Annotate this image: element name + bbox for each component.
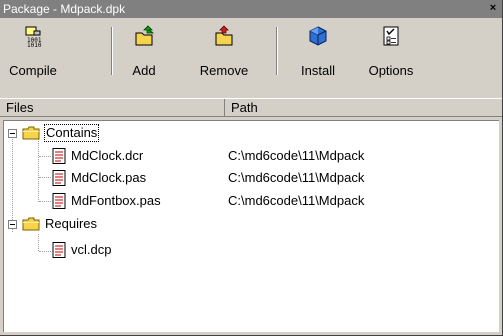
compile-button[interactable]: 1001 1010 Compile bbox=[8, 25, 58, 81]
add-button[interactable]: Add bbox=[124, 25, 164, 81]
tree-node-requires[interactable]: Requires bbox=[4, 215, 499, 234]
source-file-icon bbox=[52, 170, 66, 186]
compile-label: Compile bbox=[9, 63, 57, 78]
file-path: C:\md6code\11\Mdpack bbox=[228, 193, 365, 208]
file-name: MdClock.dcr bbox=[71, 148, 144, 163]
file-name: MdFontbox.pas bbox=[71, 193, 161, 208]
install-button[interactable]: Install bbox=[292, 25, 344, 81]
install-label: Install bbox=[301, 63, 335, 78]
options-button[interactable]: Options bbox=[362, 25, 420, 81]
remove-label: Remove bbox=[199, 63, 249, 78]
collapse-icon[interactable] bbox=[8, 129, 17, 138]
tree-file-row[interactable]: MdFontbox.pas C:\md6code\11\Mdpack bbox=[4, 192, 499, 211]
toolbar-separator bbox=[111, 27, 113, 75]
path-column-header[interactable]: Path bbox=[225, 99, 502, 117]
add-label: Add bbox=[132, 63, 156, 78]
file-name: vcl.dcp bbox=[71, 242, 112, 257]
package-window: Package - Mdpack.dpk × 1001 1010 Compile… bbox=[0, 0, 503, 336]
toolbar-separator bbox=[276, 27, 278, 75]
tree-file-row[interactable]: vcl.dcp bbox=[4, 241, 499, 260]
tree-node-label: Contains bbox=[44, 124, 100, 142]
close-button[interactable]: × bbox=[486, 1, 500, 15]
toolbar: 1001 1010 Compile Add Remove Install Opt… bbox=[0, 19, 502, 85]
package-file-icon bbox=[52, 242, 66, 258]
tree-file-row[interactable]: MdClock.pas C:\md6code\11\Mdpack bbox=[4, 169, 499, 188]
source-file-icon bbox=[52, 193, 66, 209]
options-label: Options bbox=[368, 63, 414, 78]
tree-node-label: Requires bbox=[45, 216, 98, 231]
install-icon bbox=[309, 26, 327, 46]
remove-icon bbox=[215, 25, 233, 46]
add-icon bbox=[135, 25, 155, 46]
package-tree[interactable]: Contains MdClock.dcr C:\md6code\11\Mdpac… bbox=[3, 120, 499, 332]
folder-icon bbox=[22, 126, 40, 140]
title-bar[interactable]: Package - Mdpack.dpk × bbox=[0, 0, 502, 18]
collapse-icon[interactable] bbox=[8, 220, 17, 229]
compile-icon: 1001 1010 bbox=[25, 26, 42, 47]
tree-file-row[interactable]: MdClock.dcr C:\md6code\11\Mdpack bbox=[4, 147, 499, 166]
source-file-icon bbox=[52, 148, 66, 164]
folder-icon bbox=[22, 217, 40, 231]
window-title: Package - Mdpack.dpk bbox=[3, 2, 126, 16]
remove-button[interactable]: Remove bbox=[192, 25, 256, 81]
options-icon bbox=[383, 26, 399, 46]
tree-node-contains[interactable]: Contains bbox=[4, 124, 499, 143]
svg-text:1010: 1010 bbox=[27, 42, 42, 47]
list-header: Files Path bbox=[0, 98, 502, 117]
file-name: MdClock.pas bbox=[71, 170, 147, 185]
file-path: C:\md6code\11\Mdpack bbox=[228, 170, 365, 185]
file-path: C:\md6code\11\Mdpack bbox=[228, 148, 365, 163]
files-column-header[interactable]: Files bbox=[0, 99, 225, 117]
